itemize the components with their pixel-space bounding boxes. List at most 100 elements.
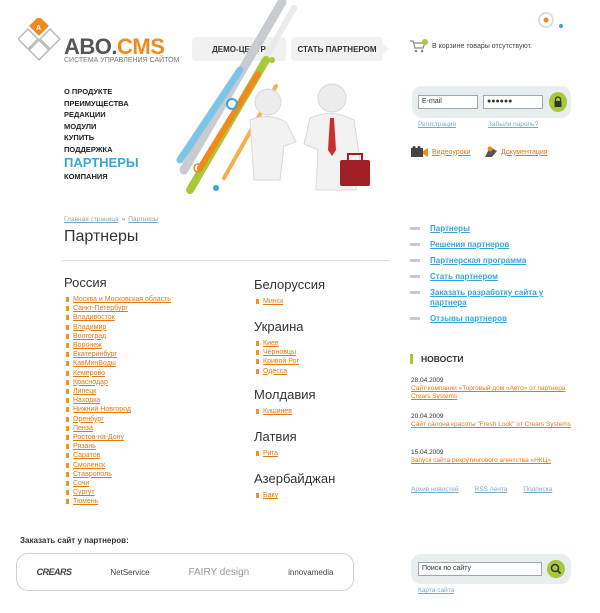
logo[interactable]: A ABO.CMS СИСТЕМА УПРАВЛЕНИЯ САЙТОМ <box>18 18 179 68</box>
nav-item-support[interactable]: ПОДДЕРЖКА <box>64 144 139 156</box>
city-link[interactable]: Одесса <box>263 368 287 375</box>
city-list-item: Санкт-Петербург <box>64 304 171 313</box>
partner-logo-netservice[interactable]: NetService <box>110 568 149 577</box>
forgot-password-link[interactable]: Забыли пароль? <box>488 121 538 128</box>
city-link[interactable]: Липецк <box>73 388 96 395</box>
side-nav-label: Отзывы партнеров <box>430 314 507 323</box>
breadcrumb-current[interactable]: Партнеры <box>128 216 158 223</box>
nav-item-partners[interactable]: ПАРТНЕРЫ <box>64 155 139 171</box>
city-link[interactable]: Саратов <box>73 452 100 459</box>
side-nav-item-become-partner[interactable]: Стать партнером <box>410 272 570 282</box>
city-link[interactable]: Тюмень <box>73 498 98 505</box>
city-link[interactable]: Рига <box>263 450 278 457</box>
city-link[interactable]: Сургут <box>73 489 95 496</box>
search-input[interactable]: Поиск по сайту <box>418 562 542 576</box>
side-nav-item-solutions[interactable]: Решения партнеров <box>410 240 570 250</box>
city-link[interactable]: Нижний Новгород <box>73 406 131 413</box>
city-list-item: Оренбург <box>64 415 171 424</box>
partner-logo-crears[interactable]: CREARS <box>36 567 72 577</box>
side-nav-item-reviews[interactable]: Отзывы партнеров <box>410 314 570 324</box>
city-link[interactable]: Минск <box>263 298 283 305</box>
news-date: 15.04.2009 <box>411 449 444 456</box>
city-list-item: Находка <box>64 396 171 405</box>
region-latvia: Латвия Рига <box>254 429 297 458</box>
city-link[interactable]: Баку <box>263 492 278 499</box>
side-nav-item-program[interactable]: Партнерская программа <box>410 256 570 266</box>
side-nav-bullet <box>410 317 420 320</box>
city-list-item: Сургут <box>64 488 171 497</box>
register-link[interactable]: Регистрация <box>418 121 456 128</box>
city-link[interactable]: Черновцы <box>263 349 296 356</box>
city-link[interactable]: Кривой Рог <box>263 358 299 365</box>
nav-item-editions[interactable]: РЕДАКЦИИ <box>64 109 139 121</box>
city-list-item: Владивосток <box>64 313 171 322</box>
city-link[interactable]: Кемерово <box>73 370 105 377</box>
side-nav-item-partners[interactable]: Партнеры <box>410 224 570 234</box>
city-link[interactable]: Екатеринбург <box>73 351 117 358</box>
rss-feed-link[interactable]: RSS лента <box>475 486 508 493</box>
region-title: Латвия <box>254 429 297 444</box>
email-field[interactable]: E-mail <box>418 95 478 109</box>
news-link[interactable]: Сайт салона красоты "Fresh Look" от Crea… <box>411 421 571 429</box>
news-archive-link[interactable]: Архив новостей <box>411 486 459 493</box>
city-list-item: Минск <box>254 297 325 306</box>
search-icon[interactable] <box>547 560 565 578</box>
partner-logo-fairy-design[interactable]: FAIRY design <box>188 567 249 578</box>
city-link[interactable]: Ставрополь <box>73 471 112 478</box>
breadcrumb: Главная страница» Партнеры <box>64 216 158 223</box>
site-search: Поиск по сайту <box>411 554 571 584</box>
login-lock-icon[interactable] <box>549 92 567 112</box>
nav-item-about[interactable]: О ПРОДУКТЕ <box>64 86 139 98</box>
city-link[interactable]: Рязань <box>73 443 96 450</box>
side-nav-item-order-site[interactable]: Заказать разработку сайта у партнера <box>410 288 570 308</box>
region-title: Россия <box>64 275 107 290</box>
news-item: 28.04.2009 Сайт компании «Торговый дом «… <box>411 376 571 401</box>
news-link[interactable]: Сайт компании «Торговый дом «Авто» от па… <box>411 385 571 401</box>
region-title: Азербайджан <box>254 471 336 486</box>
city-link[interactable]: Владимир <box>73 324 106 331</box>
brand-tagline: СИСТЕМА УПРАВЛЕНИЯ САЙТОМ <box>64 57 180 64</box>
sitemap-link[interactable]: Карта сайта <box>418 587 454 594</box>
cart-icon <box>410 39 428 53</box>
city-link[interactable]: Ростов-на-Дону <box>73 434 124 441</box>
city-link[interactable]: КавМинВоды <box>73 360 116 367</box>
city-link[interactable]: Кишинев <box>263 408 292 415</box>
nav-item-advantages[interactable]: ПРЕИМУЩЕСТВА <box>64 98 139 110</box>
city-link[interactable]: Сочи <box>73 480 89 487</box>
subscribe-link[interactable]: Подписка <box>523 486 552 493</box>
city-link[interactable]: Краснодар <box>73 379 108 386</box>
main-nav: О ПРОДУКТЕ ПРЕИМУЩЕСТВА РЕДАКЦИИ МОДУЛИ … <box>64 86 139 183</box>
city-link[interactable]: Владивосток <box>73 314 115 321</box>
side-nav-bullet <box>410 275 420 278</box>
city-link[interactable]: Санкт-Петербург <box>73 305 128 312</box>
region-title: Молдавия <box>254 387 316 402</box>
city-list-item: Москва и Московская область <box>64 295 171 304</box>
city-link[interactable]: Находка <box>73 397 100 404</box>
city-list-item: Саратов <box>64 451 171 460</box>
region-moldova: Молдавия Кишинев <box>254 387 316 416</box>
nav-item-buy[interactable]: КУПИТЬ <box>64 132 139 144</box>
city-link[interactable]: Воронеж <box>73 342 102 349</box>
password-field[interactable]: ●●●●●● <box>483 95 543 109</box>
video-lessons-label: Видеоуроки <box>432 148 471 156</box>
city-link[interactable]: Киев <box>263 340 279 347</box>
brand-accent: CMS <box>117 34 165 59</box>
city-list-item: Тюмень <box>64 497 171 506</box>
partner-logo-innovamedia[interactable]: innovamedia <box>288 568 333 577</box>
city-link[interactable]: Волгоград <box>73 333 106 340</box>
city-list: Рига <box>254 449 297 458</box>
news-link[interactable]: Запуск сайта рекрутингового агентства «Н… <box>411 457 571 465</box>
city-link[interactable]: Пенза <box>73 425 93 432</box>
breadcrumb-home[interactable]: Главная страница <box>64 216 119 223</box>
city-link[interactable]: Смоленск <box>73 462 105 469</box>
nav-item-company[interactable]: КОМПАНИЯ <box>64 171 139 183</box>
side-nav-label: Партнеры <box>430 224 470 233</box>
city-link[interactable]: Москва и Московская область <box>73 296 171 303</box>
video-lessons-link[interactable]: Видеоуроки <box>411 146 471 158</box>
city-list-item: Краснодар <box>64 378 171 387</box>
city-link[interactable]: Оренбург <box>73 416 104 423</box>
city-list-item: Сочи <box>64 479 171 488</box>
city-list-item: Кишинев <box>254 407 316 416</box>
documentation-link[interactable]: Документация <box>484 146 548 158</box>
nav-item-modules[interactable]: МОДУЛИ <box>64 121 139 133</box>
